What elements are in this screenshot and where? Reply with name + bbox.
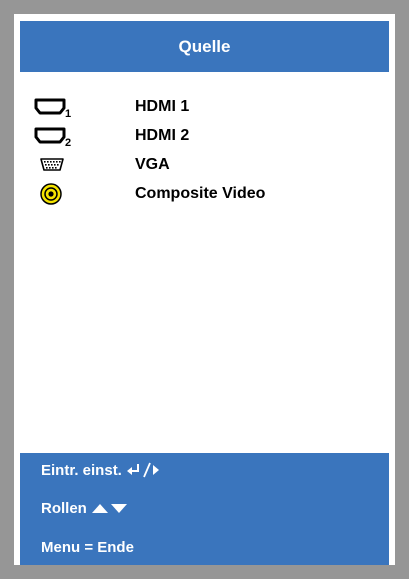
help-panel: Eintr. einst. Rollen Menu = Ende — [20, 453, 389, 565]
source-label: VGA — [135, 155, 170, 173]
up-down-arrows-icon — [91, 501, 129, 515]
help-enter-label: Eintr. einst. — [41, 461, 122, 479]
help-menu-row: Menu = Ende — [41, 537, 134, 557]
svg-text:1: 1 — [65, 108, 71, 119]
source-label: HDMI 1 — [135, 97, 190, 115]
help-enter-row: Eintr. einst. — [41, 460, 162, 480]
source-item-composite-video[interactable]: Composite Video — [20, 179, 389, 208]
source-item-hdmi-2[interactable]: 2 HDMI 2 — [20, 121, 389, 150]
source-label: HDMI 2 — [135, 126, 190, 144]
hdmi-1-icon: 1 — [34, 94, 74, 120]
menu-title-bar: Quelle — [20, 21, 389, 72]
svg-text:2: 2 — [65, 137, 71, 148]
source-item-hdmi-1[interactable]: 1 HDMI 1 — [20, 92, 389, 121]
composite-video-icon — [34, 181, 74, 207]
source-label: Composite Video — [135, 184, 266, 202]
menu-title: Quelle — [178, 36, 231, 56]
enter-right-arrow-icon — [126, 462, 162, 478]
source-item-vga[interactable]: VGA — [20, 150, 389, 179]
source-list: 1 HDMI 1 2 HDMI 2 VGA Composite Video — [20, 92, 389, 208]
help-menu-label: Menu = Ende — [41, 538, 134, 556]
vga-icon — [34, 152, 74, 178]
help-scroll-row: Rollen — [41, 498, 129, 518]
help-scroll-label: Rollen — [41, 499, 87, 517]
hdmi-2-icon: 2 — [34, 123, 74, 149]
